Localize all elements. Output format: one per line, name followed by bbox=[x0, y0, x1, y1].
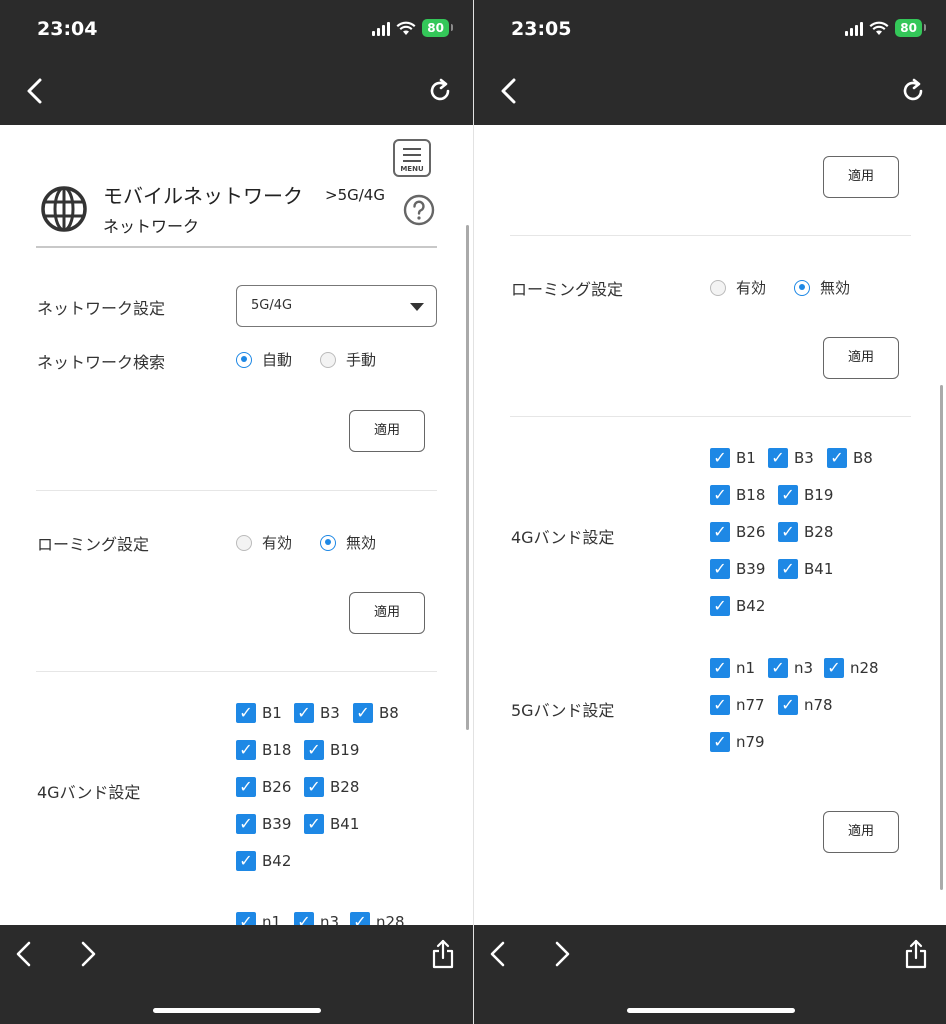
home-indicator bbox=[153, 1008, 321, 1013]
search-auto-radio[interactable]: 自動 bbox=[236, 349, 292, 370]
band-checkbox-b42[interactable]: ✓ B42 bbox=[236, 851, 291, 871]
section-divider bbox=[36, 490, 437, 491]
band-checkbox-b3[interactable]: ✓ B3 bbox=[768, 448, 814, 468]
menu-label: MENU bbox=[400, 165, 424, 173]
reload-icon[interactable] bbox=[427, 78, 453, 104]
back-chevron-icon[interactable] bbox=[498, 76, 520, 106]
left-screen: 23:04 80 MENU モバイルネットワーク >5G/4G ネットワーク ネ… bbox=[0, 0, 473, 1024]
band-checkbox-n3[interactable]: ✓ n3 bbox=[294, 912, 339, 925]
band-checkbox-b41[interactable]: ✓ B41 bbox=[304, 814, 359, 834]
page-title: モバイルネットワーク bbox=[103, 184, 303, 208]
band-checkbox-n1[interactable]: ✓ n1 bbox=[710, 658, 755, 678]
globe-icon bbox=[41, 186, 87, 232]
forward-chevron-icon[interactable] bbox=[552, 940, 572, 968]
status-icons: 80 bbox=[372, 19, 453, 37]
back-chevron-icon[interactable] bbox=[488, 940, 508, 968]
band-checkbox-b3[interactable]: ✓ B3 bbox=[294, 703, 340, 723]
share-icon[interactable] bbox=[431, 938, 455, 970]
section-divider bbox=[510, 416, 911, 417]
apply-button-roaming[interactable]: 適用 bbox=[349, 592, 425, 634]
apply-button-network[interactable]: 適用 bbox=[823, 156, 899, 198]
network-setting-select[interactable]: 5G/4G bbox=[236, 285, 437, 327]
band-checkbox-b8[interactable]: ✓ B8 bbox=[827, 448, 873, 468]
status-time: 23:04 bbox=[37, 18, 98, 40]
roaming-on-radio[interactable]: 有効 bbox=[710, 277, 766, 298]
band-checkbox-b19[interactable]: ✓ B19 bbox=[304, 740, 359, 760]
browser-top-bar: 23:04 80 bbox=[0, 0, 473, 125]
page-title-line2: ネットワーク bbox=[103, 217, 200, 236]
band-checkbox-b39[interactable]: ✓ B39 bbox=[236, 814, 291, 834]
help-icon[interactable] bbox=[403, 194, 435, 226]
roaming-off-radio[interactable]: 無効 bbox=[320, 532, 376, 553]
band-checkbox-b1[interactable]: ✓ B1 bbox=[236, 703, 282, 723]
band4g-label: 4Gバンド設定 bbox=[37, 783, 141, 802]
band-checkbox-n28[interactable]: ✓ n28 bbox=[824, 658, 879, 678]
reload-icon[interactable] bbox=[900, 78, 926, 104]
band-checkbox-b19[interactable]: ✓ B19 bbox=[778, 485, 833, 505]
section-divider bbox=[36, 671, 437, 672]
apply-button-roaming[interactable]: 適用 bbox=[823, 337, 899, 379]
section-divider bbox=[510, 235, 911, 236]
band-checkbox-n3[interactable]: ✓ n3 bbox=[768, 658, 813, 678]
page-content: MENU モバイルネットワーク >5G/4G ネットワーク ネットワーク設定 5… bbox=[0, 125, 473, 925]
network-setting-value: 5G/4G bbox=[251, 298, 293, 313]
battery-icon: 80 bbox=[422, 19, 453, 37]
browser-top-bar: 23:05 80 bbox=[474, 0, 946, 125]
band-checkbox-b18[interactable]: ✓ B18 bbox=[236, 740, 291, 760]
page-content: 適用 ローミング設定 有効 無効 適用 4Gバンド設定 ✓ B1 ✓ B3 ✓ B8 … bbox=[474, 125, 946, 925]
band-checkbox-n28[interactable]: ✓ n28 bbox=[350, 912, 405, 925]
battery-icon: 80 bbox=[895, 19, 926, 37]
status-time: 23:05 bbox=[511, 18, 572, 40]
menu-button[interactable]: MENU bbox=[393, 139, 431, 177]
search-manual-radio[interactable]: 手動 bbox=[320, 349, 376, 370]
signal-icon bbox=[845, 20, 864, 36]
band-checkbox-n79[interactable]: ✓ n79 bbox=[710, 732, 765, 752]
header-divider bbox=[36, 246, 437, 248]
network-setting-label: ネットワーク設定 bbox=[37, 299, 166, 318]
band-checkbox-b1[interactable]: ✓ B1 bbox=[710, 448, 756, 468]
share-icon[interactable] bbox=[904, 938, 928, 970]
back-chevron-icon[interactable] bbox=[14, 940, 34, 968]
home-indicator bbox=[627, 1008, 795, 1013]
status-icons: 80 bbox=[845, 19, 926, 37]
band-checkbox-b41[interactable]: ✓ B41 bbox=[778, 559, 833, 579]
roaming-label: ローミング設定 bbox=[37, 535, 150, 554]
band-checkbox-b42[interactable]: ✓ B42 bbox=[710, 596, 765, 616]
right-screen: 23:05 80 適用 ローミング設定 有効 無効 適用 4Gバンド設定 ✓ B1… bbox=[473, 0, 946, 1024]
roaming-off-radio[interactable]: 無効 bbox=[794, 277, 850, 298]
band-checkbox-b28[interactable]: ✓ B28 bbox=[778, 522, 833, 542]
band-checkbox-n77[interactable]: ✓ n77 bbox=[710, 695, 765, 715]
forward-chevron-icon[interactable] bbox=[78, 940, 98, 968]
network-search-label: ネットワーク検索 bbox=[37, 353, 166, 372]
roaming-label: ローミング設定 bbox=[511, 280, 624, 299]
band-checkbox-b26[interactable]: ✓ B26 bbox=[710, 522, 765, 542]
band-checkbox-n1[interactable]: ✓ n1 bbox=[236, 912, 281, 925]
apply-button-network[interactable]: 適用 bbox=[349, 410, 425, 452]
scrollbar[interactable] bbox=[940, 385, 943, 890]
band-checkbox-b28[interactable]: ✓ B28 bbox=[304, 777, 359, 797]
band-checkbox-b18[interactable]: ✓ B18 bbox=[710, 485, 765, 505]
band5g-label: 5Gバンド設定 bbox=[511, 701, 615, 720]
band4g-label: 4Gバンド設定 bbox=[511, 528, 615, 547]
band-checkbox-n78[interactable]: ✓ n78 bbox=[778, 695, 833, 715]
page-title-suffix: >5G/4G bbox=[325, 186, 385, 204]
band-checkbox-b8[interactable]: ✓ B8 bbox=[353, 703, 399, 723]
signal-icon bbox=[372, 20, 391, 36]
roaming-on-radio[interactable]: 有効 bbox=[236, 532, 292, 553]
back-chevron-icon[interactable] bbox=[24, 76, 46, 106]
band-checkbox-b26[interactable]: ✓ B26 bbox=[236, 777, 291, 797]
wifi-icon bbox=[869, 21, 889, 35]
wifi-icon bbox=[396, 21, 416, 35]
scrollbar[interactable] bbox=[466, 225, 469, 730]
apply-button-bands[interactable]: 適用 bbox=[823, 811, 899, 853]
band-checkbox-b39[interactable]: ✓ B39 bbox=[710, 559, 765, 579]
chevron-down-icon bbox=[410, 303, 424, 311]
